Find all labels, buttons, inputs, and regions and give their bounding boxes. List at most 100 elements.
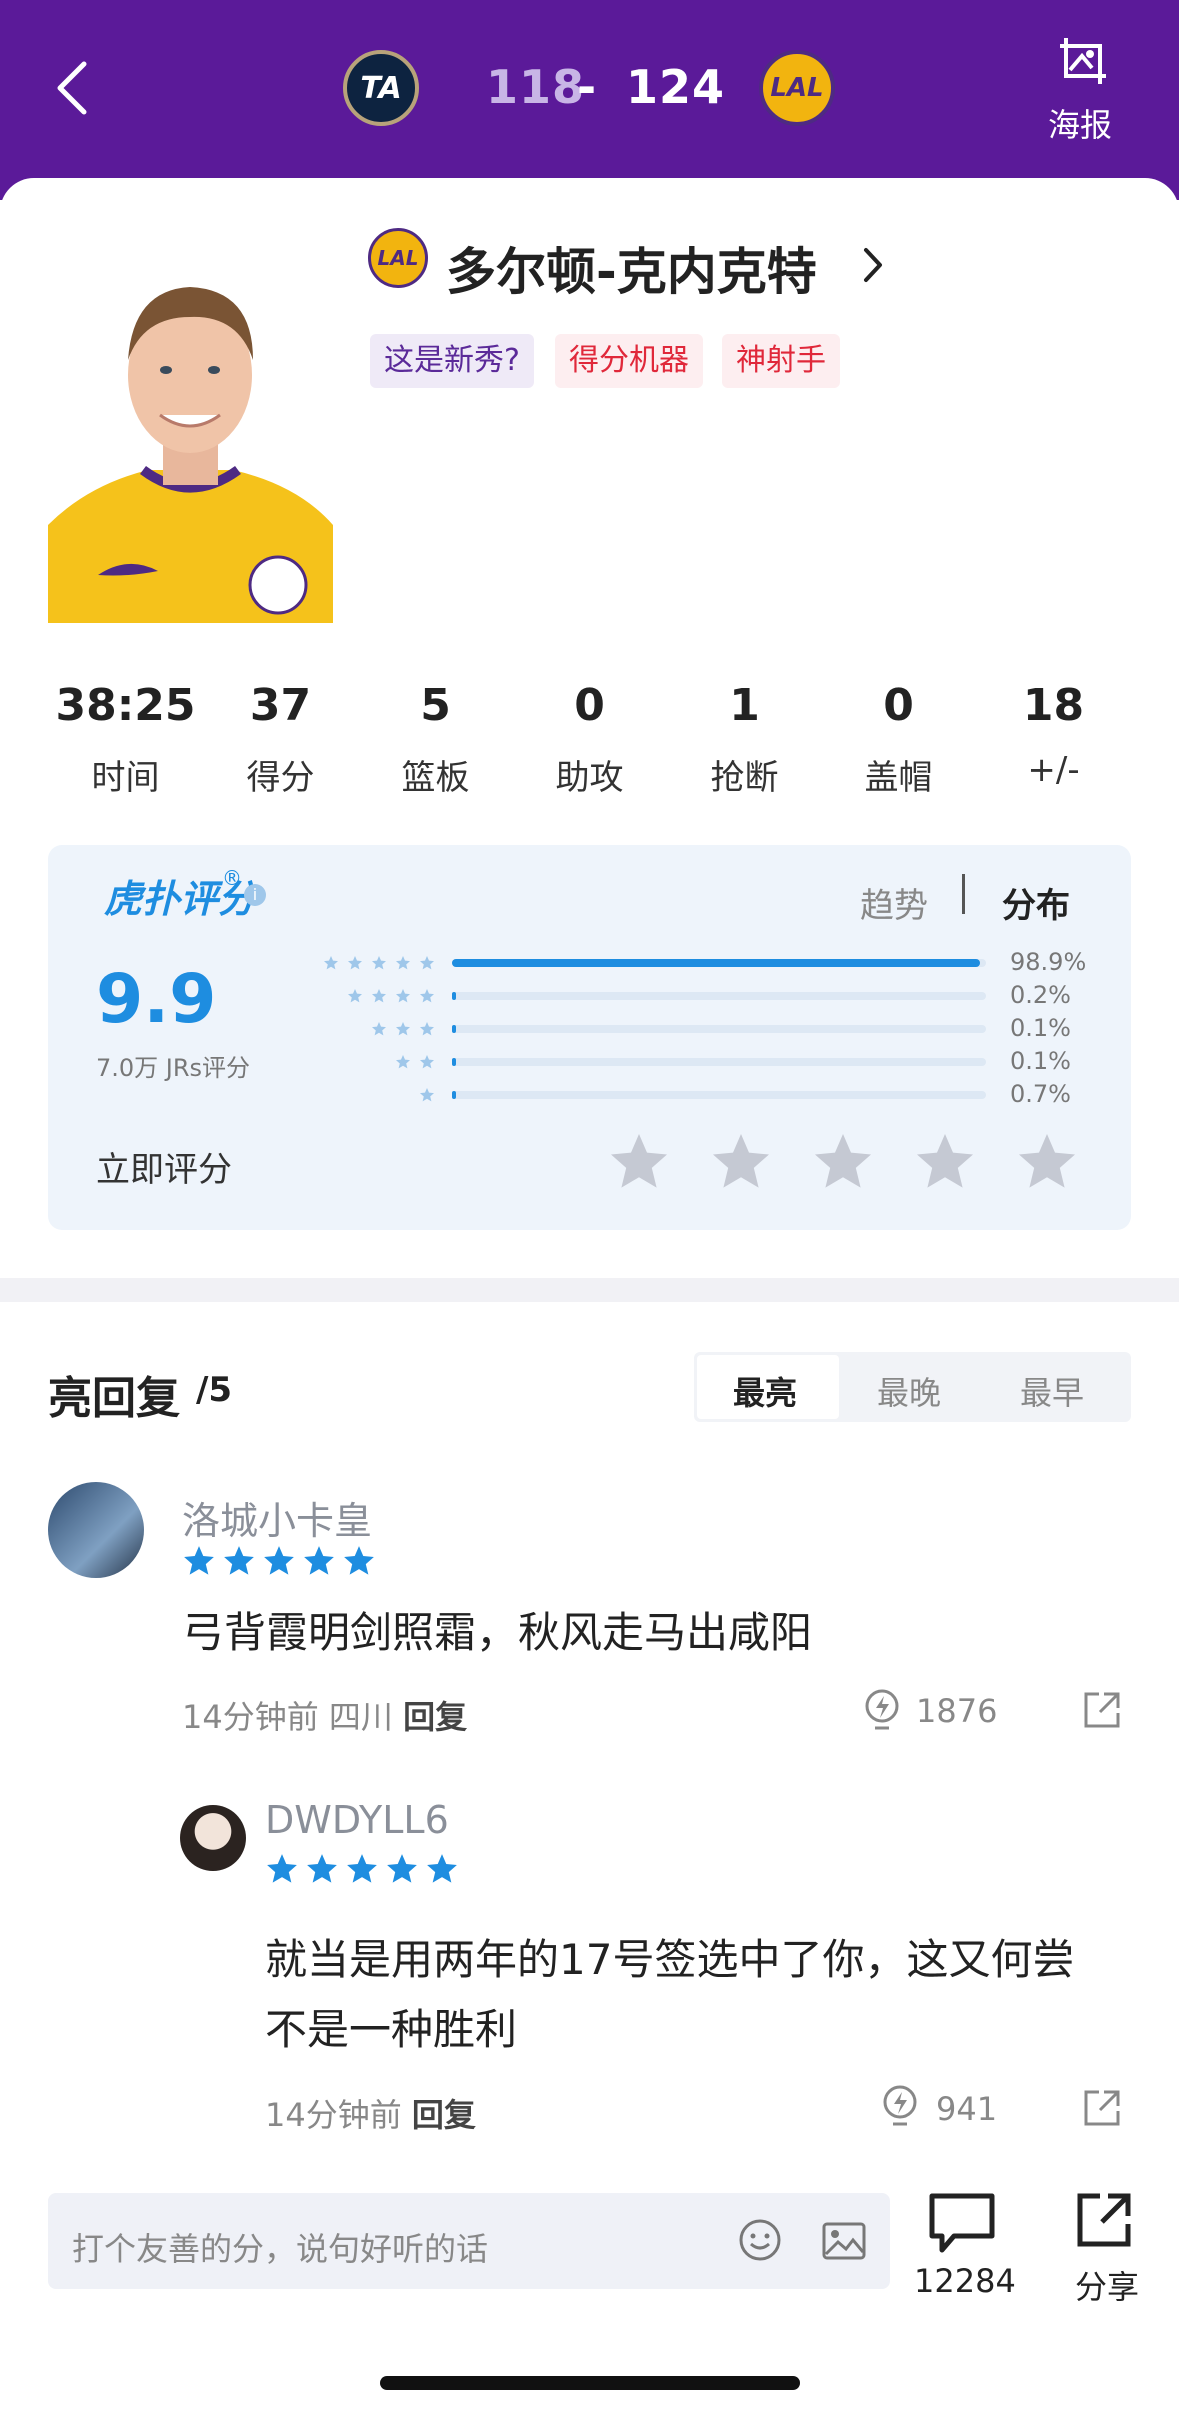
home-team-logo[interactable]: LAL [759, 50, 835, 126]
light-bulb-icon[interactable] [862, 1688, 902, 1734]
poster-label[interactable]: 海报 [1048, 100, 1112, 146]
star-icon [324, 956, 338, 970]
tab-trend[interactable]: 趋势 [860, 878, 928, 927]
away-team-logo-text: TA [360, 70, 402, 106]
player-tag[interactable]: 神射手 [722, 334, 840, 388]
comment-username[interactable]: 洛城小卡皇 [182, 1490, 372, 1545]
distribution-star-label [300, 1080, 435, 1110]
chevron-right-icon[interactable] [858, 240, 888, 290]
info-icon[interactable]: i [244, 884, 266, 906]
star-icon [307, 1854, 337, 1883]
star-icon [344, 1546, 374, 1575]
player-tag[interactable]: 这是新秀? [370, 334, 534, 388]
like-count: 941 [936, 2090, 998, 2128]
distribution-bar-fill [452, 1058, 456, 1066]
distribution-percent: 0.2% [1010, 981, 1071, 1009]
back-arrow-icon[interactable] [50, 58, 100, 118]
light-bulb-icon[interactable] [880, 2084, 920, 2130]
rate-now-label: 立即评分 [96, 1150, 232, 1190]
registered-mark: ® [222, 866, 242, 890]
player-team-logo: LAL [368, 228, 428, 288]
share-icon[interactable] [1082, 1690, 1122, 1730]
distribution-star-label [300, 1047, 435, 1077]
comment-meta: 14分钟前 回复 [265, 2090, 476, 2136]
distribution-bar-fill [452, 992, 456, 1000]
reply-button[interactable]: 回复 [412, 2096, 476, 2134]
stat-steals-label: 抢断 [710, 758, 779, 798]
stat-blocks-value: 0 [883, 680, 914, 731]
stat-steals-value: 1 [729, 680, 760, 731]
comment-username[interactable]: DWDYLL6 [265, 1798, 449, 1842]
tab-divider [962, 874, 965, 914]
comments-count: /5 [196, 1370, 233, 1410]
stat-plusminus-value: 18 [1022, 680, 1085, 731]
rate-star-icon[interactable] [810, 1130, 876, 1194]
like-count: 1876 [916, 1692, 998, 1730]
distribution-bar-track [452, 1025, 986, 1033]
distribution-percent: 0.7% [1010, 1080, 1071, 1108]
star-icon [372, 1022, 386, 1036]
star-icon [396, 989, 410, 1003]
comment-rating-stars [182, 1544, 376, 1578]
distribution-star-label [300, 981, 435, 1011]
star-icon [387, 1854, 417, 1883]
comment-icon[interactable] [928, 2192, 996, 2254]
section-divider [0, 1278, 1179, 1302]
home-indicator[interactable] [380, 2376, 800, 2390]
share-icon[interactable] [1082, 2088, 1122, 2128]
stat-minutes-value: 38:25 [55, 680, 196, 731]
distribution-star-label [300, 948, 435, 978]
comment-text: 弓背霞明剑照霜，秋风走马出咸阳 [182, 1608, 813, 1657]
stat-plusminus-label: +/- [1027, 750, 1080, 790]
sort-tab-latest[interactable]: 最晚 [877, 1368, 941, 1414]
rate-star-icon[interactable] [1014, 1130, 1080, 1194]
star-icon [420, 1088, 434, 1102]
distribution-percent: 0.1% [1010, 1047, 1071, 1075]
away-score: 118 [486, 60, 586, 114]
star-icon [427, 1854, 457, 1883]
player-photo [48, 255, 333, 623]
distribution-percent: 98.9% [1010, 948, 1087, 976]
sort-tab-hottest[interactable]: 最亮 [733, 1368, 797, 1414]
star-icon [396, 1055, 410, 1069]
distribution-bar-fill [452, 1091, 456, 1099]
star-icon [224, 1546, 254, 1575]
sort-tab-earliest[interactable]: 最早 [1020, 1368, 1084, 1414]
poster-icon[interactable] [1058, 36, 1110, 88]
score-separator: - [577, 60, 598, 114]
away-team-logo[interactable]: TA [343, 50, 419, 126]
comment-time: 14分钟前 [182, 1698, 319, 1736]
comment-time: 14分钟前 [265, 2096, 402, 2134]
avatar[interactable] [48, 1482, 144, 1578]
stat-assists-value: 0 [574, 680, 605, 731]
tab-distribution[interactable]: 分布 [1002, 878, 1070, 927]
share-icon[interactable] [1074, 2190, 1134, 2250]
emoji-icon[interactable] [738, 2218, 782, 2262]
star-icon [420, 1022, 434, 1036]
stat-blocks-label: 盖帽 [864, 758, 933, 798]
comment-count[interactable]: 12284 [914, 2262, 1016, 2300]
rate-star-icon[interactable] [912, 1130, 978, 1194]
stat-rebounds-value: 5 [420, 680, 451, 731]
home-team-logo-text: LAL [770, 73, 824, 103]
player-name[interactable]: 多尔顿-克内克特 [446, 232, 817, 304]
star-icon [348, 989, 362, 1003]
star-icon [267, 1854, 297, 1883]
image-icon[interactable] [822, 2222, 866, 2260]
star-icon [372, 956, 386, 970]
star-icon [396, 956, 410, 970]
comment-location: 四川 [328, 1698, 393, 1736]
player-tag[interactable]: 得分机器 [555, 334, 703, 388]
avatar[interactable] [180, 1805, 246, 1871]
player-team-logo-text: LAL [377, 246, 419, 270]
distribution-bar-track [452, 1091, 986, 1099]
star-icon [347, 1854, 377, 1883]
comment-input-placeholder[interactable]: 打个友善的分，说句好听的话 [72, 2224, 488, 2270]
share-label[interactable]: 分享 [1075, 2262, 1139, 2308]
comment-text: 就当是用两年的17号签选中了你，这又何尝不是一种胜利 [265, 1935, 1075, 2054]
reply-button[interactable]: 回复 [403, 1698, 467, 1736]
rate-star-icon[interactable] [606, 1130, 672, 1194]
rate-star-icon[interactable] [708, 1130, 774, 1194]
star-icon [184, 1546, 214, 1575]
distribution-percent: 0.1% [1010, 1014, 1071, 1042]
